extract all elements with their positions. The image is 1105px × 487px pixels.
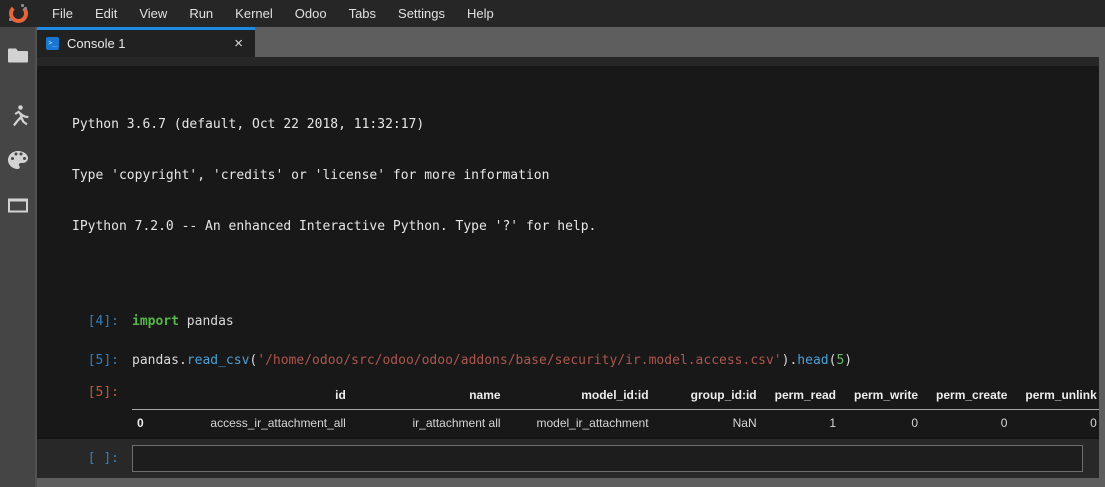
- banner-line: Python 3.6.7 (default, Oct 22 2018, 11:3…: [72, 116, 1099, 133]
- tab-bar: >_ Console 1 ×: [37, 27, 1099, 57]
- menu-file[interactable]: File: [41, 1, 84, 26]
- pending-input-prompt: [ ]:: [37, 451, 132, 466]
- tab-close-icon[interactable]: ×: [232, 36, 245, 51]
- running-sessions-icon[interactable]: [6, 103, 30, 127]
- column-header: name: [355, 382, 510, 410]
- table-cell: 0: [1016, 410, 1099, 438]
- code-line: pandas.read_csv('/home/odoo/src/odoo/odo…: [132, 352, 852, 369]
- column-header: perm_read: [766, 382, 845, 410]
- tab-label: Console 1: [67, 36, 232, 51]
- table-row: 0access_ir_attachment_allir_attachment a…: [132, 410, 1099, 438]
- console-input-box[interactable]: [132, 445, 1083, 472]
- table-cell: 0: [927, 410, 1016, 438]
- odoo-sh-logo-icon: [9, 4, 28, 23]
- menu-run[interactable]: Run: [178, 1, 224, 26]
- table-cell: access_ir_attachment_all: [153, 410, 355, 438]
- column-header: id: [153, 382, 355, 410]
- console-icon: >_: [46, 37, 59, 50]
- banner-line: Type 'copyright', 'credits' or 'license'…: [72, 167, 1099, 184]
- command-palette-icon[interactable]: [6, 148, 30, 172]
- tab-console-1[interactable]: >_ Console 1 ×: [37, 27, 255, 57]
- open-tabs-icon[interactable]: [6, 193, 30, 217]
- column-header: perm_create: [927, 382, 1016, 410]
- column-header: perm_write: [845, 382, 927, 410]
- input-prompt: [5]:: [37, 352, 132, 369]
- console-scroll-area[interactable]: Python 3.6.7 (default, Oct 22 2018, 11:3…: [37, 66, 1099, 437]
- kernel-banner: Python 3.6.7 (default, Oct 22 2018, 11:3…: [72, 82, 1099, 269]
- left-sidebar: [0, 27, 37, 487]
- console-input-row: [ ]:: [37, 437, 1099, 478]
- menu-settings[interactable]: Settings: [387, 1, 456, 26]
- column-header: perm_unlink: [1016, 382, 1099, 410]
- menu-bar: File Edit View Run Kernel Odoo Tabs Sett…: [0, 0, 1105, 27]
- table-cell: 0: [845, 410, 927, 438]
- code-cell: [5]: pandas.read_csv('/home/odoo/src/odo…: [37, 352, 1099, 369]
- menu-tabs[interactable]: Tabs: [338, 1, 387, 26]
- code-line: import pandas: [132, 313, 234, 330]
- console-panel: Python 3.6.7 (default, Oct 22 2018, 11:3…: [37, 57, 1099, 478]
- table-cell: NaN: [658, 410, 766, 438]
- menu-kernel[interactable]: Kernel: [224, 1, 284, 26]
- console-toolbar: [37, 57, 1099, 66]
- input-prompt: [4]:: [37, 313, 132, 330]
- dock-area: >_ Console 1 × Python 3.6.7 (default, Oc…: [37, 27, 1105, 487]
- menu-edit[interactable]: Edit: [84, 1, 128, 26]
- column-header: group_id:id: [658, 382, 766, 410]
- menu-help[interactable]: Help: [456, 1, 505, 26]
- table-cell: 1: [766, 410, 845, 438]
- banner-line: IPython 7.2.0 -- An enhanced Interactive…: [72, 218, 1099, 235]
- table-cell: ir_attachment all: [355, 410, 510, 438]
- output-prompt: [5]:: [37, 384, 132, 401]
- output-cell: [5]: idnamemodel_id:idgroup_id:idperm_re…: [37, 384, 1099, 437]
- row-index: 0: [132, 410, 153, 438]
- dataframe-table: idnamemodel_id:idgroup_id:idperm_readper…: [132, 382, 1099, 437]
- code-cell: [4]: import pandas: [37, 313, 1099, 330]
- table-cell: model_ir_attachment: [510, 410, 658, 438]
- console-input[interactable]: [133, 446, 1082, 471]
- column-header: model_id:id: [510, 382, 658, 410]
- file-browser-icon[interactable]: [6, 43, 30, 67]
- menu-odoo[interactable]: Odoo: [284, 1, 338, 26]
- menu-view[interactable]: View: [128, 1, 178, 26]
